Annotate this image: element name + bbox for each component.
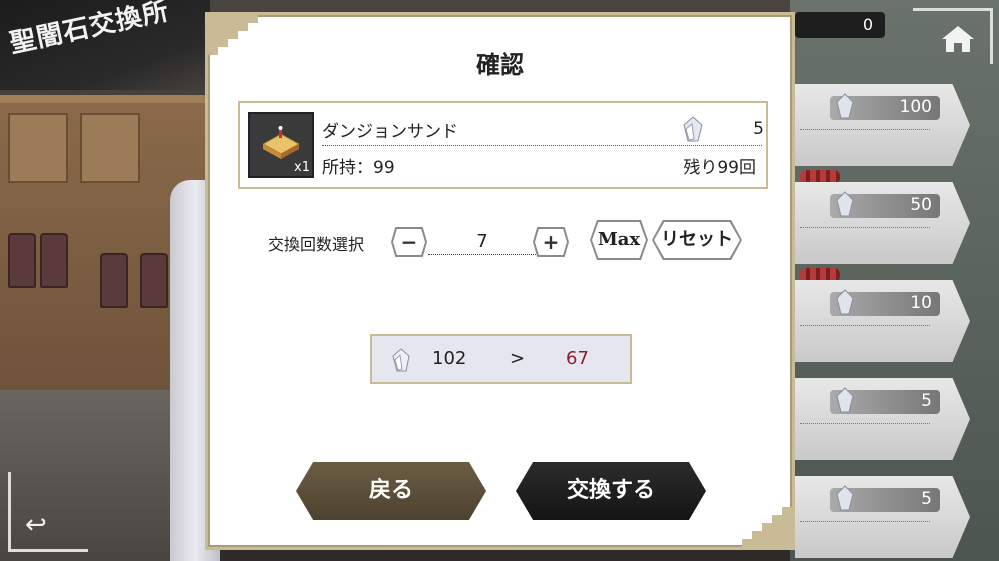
home-button[interactable] <box>913 8 993 64</box>
corner-ornament <box>742 507 792 547</box>
shelf-jar <box>40 233 68 288</box>
shelf-jar <box>8 233 36 288</box>
shop-title-banner: 聖闇石交換所 <box>0 0 210 90</box>
back-button[interactable]: 戻る <box>296 462 486 520</box>
item-thumb-qty: x1 <box>294 160 310 175</box>
shelf-jar <box>140 253 168 308</box>
divider <box>800 521 930 522</box>
reset-button-label: リセット <box>661 229 733 250</box>
shelf-drawer <box>8 113 68 183</box>
divider <box>800 227 930 228</box>
crystal-icon <box>836 387 854 413</box>
sandwich-icon <box>261 126 301 159</box>
return-button[interactable]: ↩ <box>8 472 88 552</box>
item-cost: 5 <box>753 119 764 139</box>
minus-icon: − <box>400 230 418 254</box>
balance-after: 67 <box>566 348 589 369</box>
item-owned: 所持：99 <box>322 158 395 178</box>
quantity-label: 交換回数選択 <box>268 235 365 254</box>
confirm-dialog: 確認 x1 ダンジョンサンド 5 所持：99 残り99回 交換回数選択 − 7 <box>205 12 795 550</box>
list-item[interactable]: 10 <box>795 280 970 362</box>
balance-preview: 102 > 67 <box>370 334 632 384</box>
item-card: x1 ダンジョンサンド 5 所持：99 残り99回 <box>238 101 768 189</box>
background-flowers <box>800 170 840 184</box>
max-button[interactable]: Max <box>592 222 646 258</box>
home-icon <box>942 26 974 52</box>
divider <box>322 145 762 146</box>
exchange-button[interactable]: 交換する <box>516 462 706 520</box>
crystal-icon <box>392 348 410 372</box>
list-item[interactable]: 5 <box>795 476 970 558</box>
item-name: ダンジョンサンド <box>322 122 458 142</box>
list-item[interactable]: 100 <box>795 84 970 166</box>
list-item[interactable]: 5 <box>795 378 970 460</box>
crystal-icon <box>683 116 703 142</box>
dialog-title: 確認 <box>476 51 524 79</box>
reset-button[interactable]: リセット <box>654 222 740 258</box>
return-arrow-icon: ↩ <box>25 510 47 540</box>
shop-title: 聖闇石交換所 <box>7 0 172 60</box>
divider <box>800 129 930 130</box>
crystal-icon <box>836 93 854 119</box>
max-button-label: Max <box>597 229 641 250</box>
crystal-icon <box>836 289 854 315</box>
divider <box>800 325 930 326</box>
crystal-icon <box>836 485 854 511</box>
divider <box>800 423 930 424</box>
list-item[interactable]: 50 <box>795 182 970 264</box>
currency-counter: 0 <box>795 12 885 38</box>
balance-arrow: > <box>510 348 526 369</box>
plus-button[interactable]: + <box>535 229 567 255</box>
balance-current: 102 <box>432 348 467 369</box>
minus-button[interactable]: − <box>393 229 425 255</box>
plus-icon: + <box>542 230 560 254</box>
item-thumbnail: x1 <box>248 112 314 178</box>
shelf-jar <box>100 253 128 308</box>
quantity-value[interactable]: 7 <box>428 231 536 255</box>
item-remaining: 残り99回 <box>683 158 756 178</box>
crystal-icon <box>836 191 854 217</box>
background-flowers <box>800 268 840 282</box>
shelf-drawer <box>80 113 140 183</box>
